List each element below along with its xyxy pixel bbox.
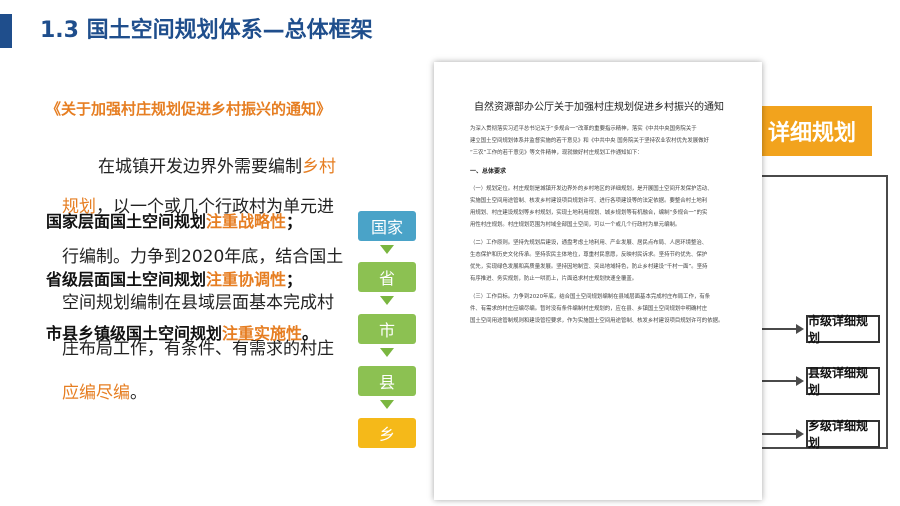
document-line: 用规划、村庄建设规划等乡村规划，实现土地利用规划、城乡规划等有机融合，编制“多规… <box>470 210 708 216</box>
document-line: 建立国土空间规划体系并监督实施的若干意见》和《中共中央 国务院关于坚持农业农村优… <box>470 138 709 144</box>
paragraph-line-3: 行编制。力争到2020年底，结合国土 <box>62 247 344 267</box>
document-line: “三农”工作的若干意见》等文件精神，现就做好村庄规划工作通知如下： <box>470 150 643 156</box>
detail-plan-header: 详细规划 <box>752 106 872 156</box>
chain-box-province: 省 <box>358 262 416 292</box>
document-line: 为深入贯彻落实习近平总书记关于“多规合一”改革的重要指示精神，落实《中共中央国务… <box>470 126 697 132</box>
township-detail-plan: 乡级详细规划 <box>806 419 880 450</box>
document-line: 用性村庄规划。村庄规划范围为村域全部国土空间，可以一个或几个行政村为单元编制。 <box>470 222 681 228</box>
chain-box-township: 乡 <box>358 418 416 448</box>
notice-title: 《关于加强村庄规划促进乡村振兴的通知》 <box>46 100 332 118</box>
level-national: 国家层面国土空间规划注重战略性； <box>46 212 303 231</box>
document-line: 国土空间用途管制规则和建设管控要求，作为实施国土空间用途管制、核发乡村建设项目规… <box>470 318 724 324</box>
document-title: 自然资源部办公厅关于加强村庄规划促进乡村振兴的通知 <box>474 102 724 113</box>
document-line: 有序推进、务实规划，防止一哄而上，片面追求村庄规划快速全覆盖。 <box>470 276 638 282</box>
county-detail-plan: 县级详细规划 <box>806 366 880 397</box>
chain-arrow <box>380 400 394 409</box>
document-line: （一）规划定位。村庄规划是城镇开发边界外的乡村地区的详细规划，是开展国土空间开发… <box>470 186 713 192</box>
paragraph-text: 在城镇开发边界外需要编制 <box>98 157 302 177</box>
chain-arrow <box>380 245 394 254</box>
arrow-right-icon <box>796 324 804 334</box>
title-accent-bar <box>0 14 12 48</box>
chain-box-county: 县 <box>358 366 416 396</box>
chain-box-national: 国家 <box>358 211 416 241</box>
arrow-right-icon <box>796 376 804 386</box>
arrow-right-icon <box>796 429 804 439</box>
level-provincial: 省级层面国土空间规划注重协调性； <box>46 270 303 289</box>
paragraph-line-6: 应编尽编。 <box>62 378 147 403</box>
document-section-heading: 一、总体要求 <box>470 168 507 175</box>
chain-box-city: 市 <box>358 314 416 344</box>
page-title: 1.3 国土空间规划体系—总体框架 <box>40 18 373 43</box>
document-preview: 自然资源部办公厅关于加强村庄规划促进乡村振兴的通知 为深入贯彻落实习近平总书记关… <box>434 62 762 500</box>
document-line: 件、有需求的村庄应编尽编。暂时没有条件编制村庄规划的，应在县、乡镇国土空间规划中… <box>470 306 708 312</box>
paragraph-line-1: 在城镇开发边界外需要编制乡村 <box>98 152 336 177</box>
city-detail-plan: 市级详细规划 <box>806 314 880 345</box>
paragraph-highlight: 乡村 <box>302 157 336 177</box>
paragraph-line-4: 空间规划编制在县域层面基本完成村 <box>62 293 334 313</box>
document-line: （三）工作目标。力争到2020年底，结合国土空间规划编制在县域层面基本完成村庄布… <box>470 294 711 300</box>
chain-arrow <box>380 296 394 305</box>
paragraph-highlight: 应编尽编 <box>62 383 130 403</box>
detail-plan-panel: 市级详细规划 县级详细规划 乡级详细规划 <box>752 175 888 450</box>
paragraph-text: 。 <box>130 383 147 403</box>
document-line: 优先，实现绿色发展和高质量发展。坚持因地制宜、突出地域特色，防止乡村建设“千村一… <box>470 264 708 270</box>
level-city-county-township: 市县乡镇级国土空间规划注重实施性。 <box>46 324 319 343</box>
chain-arrow <box>380 348 394 357</box>
document-line: 实施国土空间用途管制、核发乡村建设项目规划许可、进行各项建设等的法定依据。要整合… <box>470 198 708 204</box>
document-line: 生态保护和历史文化传承。坚持农民主体地位，尊重村民意愿，反映村民诉求。坚持节约优… <box>470 252 708 258</box>
document-line: （二）工作原则。坚持先规划后建设，通盘考虑土地利用、产业发展、居民点布局、人居环… <box>470 240 708 246</box>
